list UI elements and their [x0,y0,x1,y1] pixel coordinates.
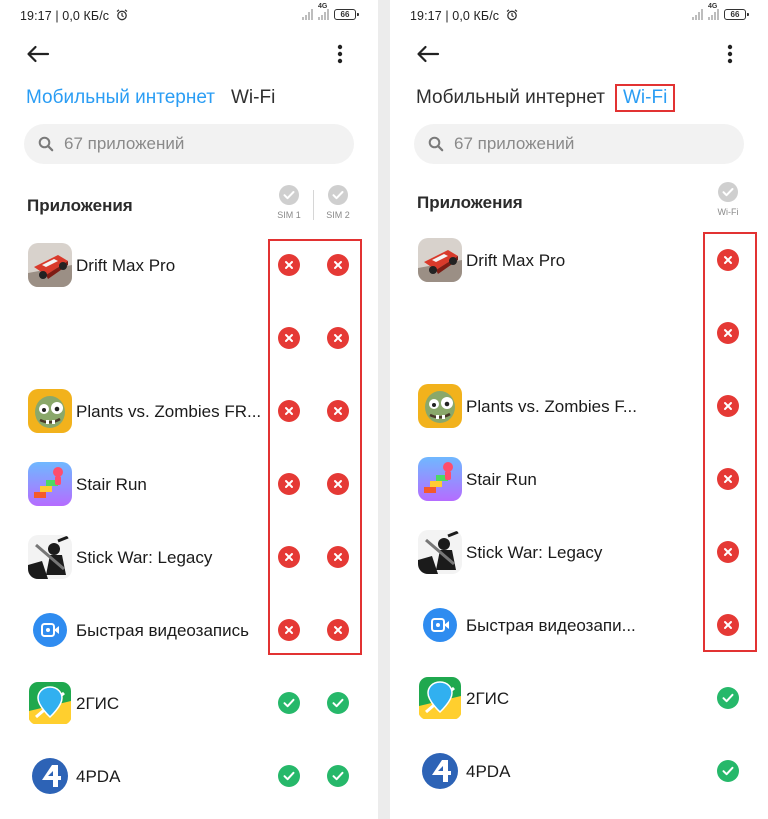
search-icon [428,136,444,152]
status-bar: 19:17 | 0,0 КБ/с 4G 66 [390,0,768,34]
signal-sim1-icon [692,9,703,20]
allowed-check-icon [722,693,734,703]
status-time-speed: 19:17 | 0,0 КБ/с [20,9,128,23]
allowed-toggle[interactable] [327,692,349,714]
plants-vs-zombies-icon [28,389,72,433]
search-placeholder: 67 приложений [454,134,575,153]
signal-4g-icon: 4G [318,3,329,20]
4pda-icon [28,754,72,798]
stick-war-icon [418,530,462,574]
tab-bar: Мобильный интернет Wi-Fi [26,84,291,112]
highlight-box-blocked [268,239,362,655]
allowed-check-icon [332,771,344,781]
app-name: Stair Run [76,475,147,494]
checkbox-all-wifi-icon [718,182,738,202]
allowed-check-icon [283,698,295,708]
tab-mobile-internet[interactable]: Мобильный интернет [416,85,605,111]
toolbar [390,36,768,72]
app-name: Plants vs. Zombies FR... [76,402,262,421]
signal-sim1-icon [302,9,313,20]
alarm-icon [116,9,128,21]
app-row[interactable]: 2ГИС [0,675,378,735]
plants-vs-zombies-icon [418,384,462,428]
search-bar[interactable]: 67 приложений [24,124,354,164]
more-options-button[interactable] [328,40,352,68]
back-button[interactable] [416,40,446,68]
allowed-check-icon [283,771,295,781]
battery-icon: 66 [724,9,749,20]
quick-video-icon [28,608,72,652]
quick-video-icon [418,603,462,647]
app-name: 4PDA [466,762,511,781]
drift-max-pro-icon [418,238,462,282]
toolbar [0,36,378,72]
left-screen: 19:17 | 0,0 КБ/с 4G 66 Мобильный интерне… [0,0,378,819]
tab-wifi[interactable]: Wi-Fi [231,85,275,111]
allowed-toggle[interactable] [278,765,300,787]
allowed-check-icon [332,698,344,708]
more-options-button[interactable] [718,40,742,68]
stick-war-icon [28,535,72,579]
arrow-left-icon [27,45,50,63]
stair-run-icon [28,462,72,506]
allowed-check-icon [722,766,734,776]
more-vert-icon [337,44,343,64]
status-icons: 4G 66 [302,3,359,20]
tab-mobile-internet[interactable]: Мобильный интернет [26,85,215,111]
drift-max-pro-icon [28,243,72,287]
highlight-box-blocked [703,232,757,652]
right-screen: 19:17 | 0,0 КБ/с 4G 66 Мобильный интерне… [390,0,768,819]
app-name: Stair Run [466,470,537,489]
stair-run-icon [418,457,462,501]
battery-icon: 66 [334,9,359,20]
signal-4g-icon: 4G [708,3,719,20]
search-bar[interactable]: 67 приложений [414,124,744,164]
app-name: Plants vs. Zombies F... [466,397,637,416]
app-name: Stick War: Legacy [466,543,603,562]
section-title: Приложения [417,193,523,212]
app-name: 4PDA [76,767,121,786]
more-vert-icon [727,44,733,64]
tab-bar: Мобильный интернет Wi-Fi [416,84,691,112]
app-name: 2ГИС [466,689,510,708]
back-button[interactable] [26,40,56,68]
app-name: 2ГИС [76,694,120,713]
app-name: Быстрая видеозапись [76,621,249,640]
app-row[interactable]: 4PDA [390,743,768,803]
tab-wifi[interactable]: Wi-Fi [615,84,676,112]
wifi-column-header[interactable]: Wi-Fi [708,182,748,217]
sim2-column-header[interactable]: SIM 2 [318,185,358,220]
allowed-toggle[interactable] [717,760,739,782]
search-placeholder: 67 приложений [64,134,185,153]
2gis-icon [418,676,462,720]
app-name: Drift Max Pro [76,256,176,275]
app-name: Stick War: Legacy [76,548,213,567]
app-name: Drift Max Pro [466,251,566,270]
status-bar: 19:17 | 0,0 КБ/с 4G 66 [0,0,378,34]
section-title: Приложения [27,196,133,215]
alarm-icon [506,9,518,21]
app-row[interactable]: 4PDA [0,748,378,808]
allowed-toggle[interactable] [278,692,300,714]
checkbox-all-sim2-icon [328,185,348,205]
allowed-toggle[interactable] [717,687,739,709]
app-name: Быстрая видеозапи... [466,616,636,635]
sim1-column-header[interactable]: SIM 1 [269,185,309,220]
arrow-left-icon [417,45,440,63]
app-row[interactable]: 2ГИС [390,670,768,730]
allowed-toggle[interactable] [327,765,349,787]
checkbox-all-sim1-icon [279,185,299,205]
status-icons: 4G 66 [692,3,749,20]
column-divider [313,190,314,220]
status-time-speed: 19:17 | 0,0 КБ/с [410,9,518,23]
4pda-icon [418,749,462,793]
2gis-icon [28,681,72,725]
search-icon [38,136,54,152]
